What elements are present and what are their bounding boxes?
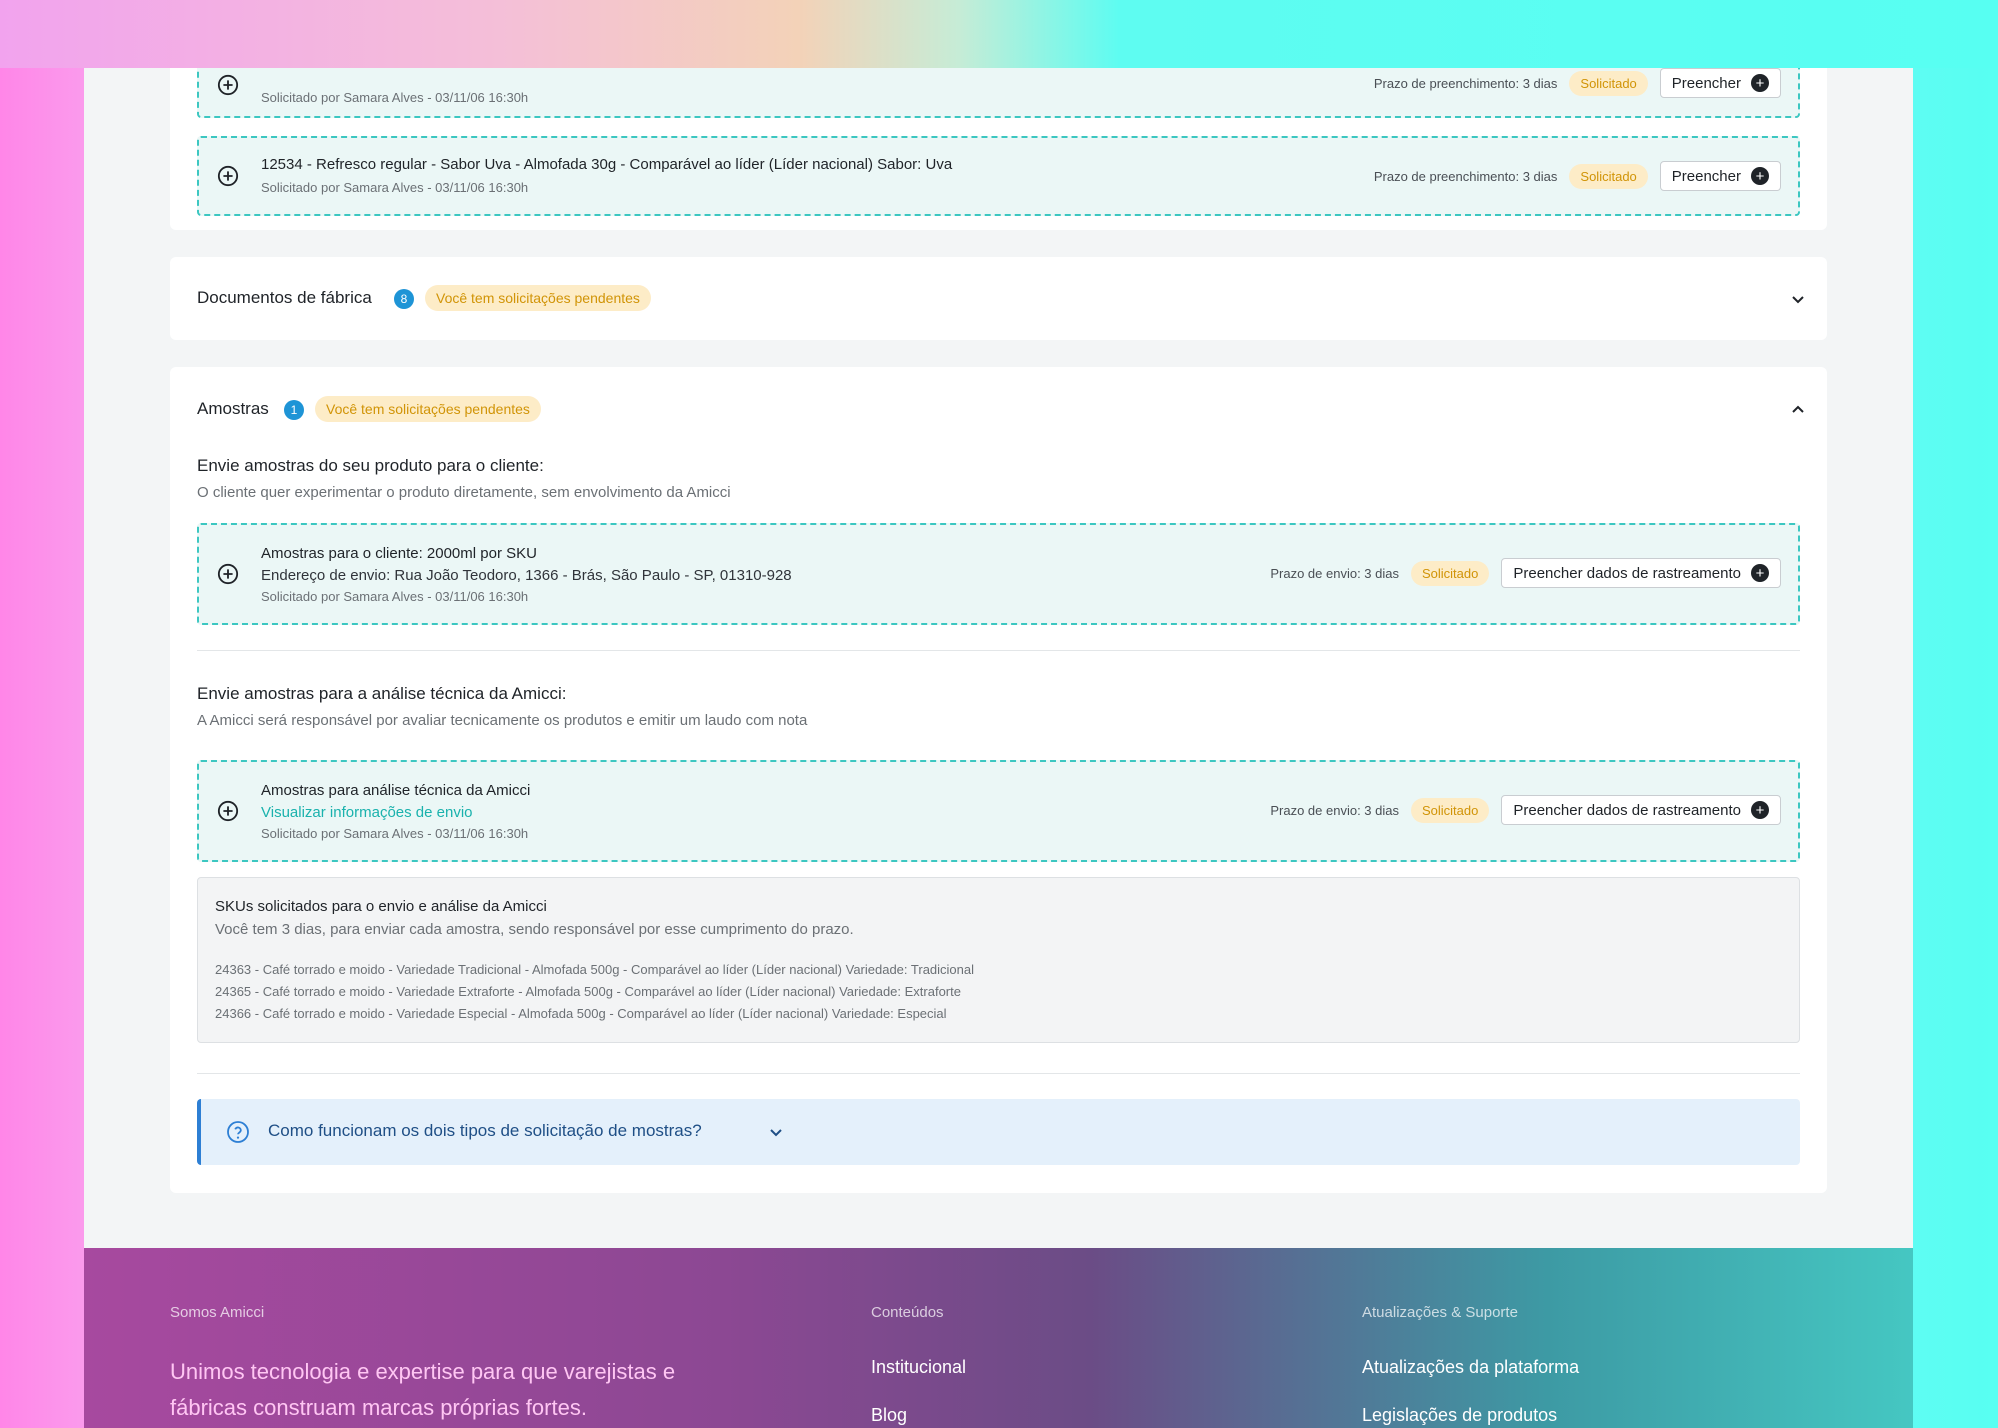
sku-list-item: 24363 - Café torrado e moido - Variedade… bbox=[215, 962, 975, 977]
faq-question: Como funcionam os dois tipos de solicita… bbox=[268, 1121, 702, 1140]
chevron-up-icon[interactable] bbox=[1790, 402, 1806, 418]
deadline-text: Prazo de preenchimento: 3 dias bbox=[1373, 168, 1558, 184]
technical-samples-description: A Amicci será responsável por avaliar te… bbox=[197, 712, 808, 729]
client-samples-title: Amostras para o cliente: 2000ml por SKU bbox=[261, 545, 537, 562]
factory-documents-section[interactable]: Documentos de fábrica 8 Você tem solicit… bbox=[170, 257, 1827, 340]
technical-samples-item[interactable]: Amostras para análise técnica da Amicci … bbox=[197, 760, 1800, 862]
count-badge: 8 bbox=[394, 289, 414, 309]
fill-button[interactable]: Preencher + bbox=[1659, 161, 1781, 191]
request-item-requester: Solicitado por Samara Alves - 03/11/06 1… bbox=[261, 589, 529, 604]
view-shipping-info-link[interactable]: Visualizar informações de envio bbox=[261, 804, 473, 821]
client-samples-description: O cliente quer experimentar o produto di… bbox=[197, 484, 731, 501]
skus-title: SKUs solicitados para o envio e análise … bbox=[215, 898, 547, 915]
footer-link-institucional[interactable]: Institucional bbox=[871, 1357, 966, 1378]
technical-samples-title: Amostras para análise técnica da Amicci bbox=[261, 782, 531, 799]
sku-list-item: 24366 - Café torrado e moido - Variedade… bbox=[215, 1006, 947, 1021]
fill-button-label: Preencher bbox=[1671, 167, 1741, 185]
samples-section: Amostras 1 Você tem solicitações pendent… bbox=[170, 367, 1827, 1193]
footer: Somos Amicci Unimos tecnologia e experti… bbox=[84, 1248, 1913, 1428]
status-badge: Solicitado bbox=[1569, 163, 1648, 189]
technical-samples-heading: Envie amostras para a análise técnica da… bbox=[197, 684, 567, 703]
client-samples-item[interactable]: Amostras para o cliente: 2000ml por SKU … bbox=[197, 523, 1800, 625]
pending-badge: Você tem solicitações pendentes bbox=[425, 285, 651, 311]
request-item-requester: Solicitado por Samara Alves - 03/11/06 1… bbox=[261, 180, 529, 195]
sku-list-item: 24365 - Café torrado e moido - Variedade… bbox=[215, 984, 961, 999]
section-title: Documentos de fábrica bbox=[197, 288, 372, 307]
help-circle-icon bbox=[227, 1121, 249, 1143]
footer-link-platform-updates[interactable]: Atualizações da plataforma bbox=[1362, 1357, 1579, 1378]
fill-tracking-button-label: Preencher dados de rastreamento bbox=[1513, 564, 1741, 582]
chevron-down-icon[interactable] bbox=[768, 1124, 784, 1140]
divider bbox=[197, 1073, 1800, 1074]
deadline-text: Prazo de preenchimento: 3 dias bbox=[1373, 75, 1558, 91]
status-badge: Solicitado bbox=[1410, 560, 1490, 586]
footer-heading: Somos Amicci bbox=[170, 1304, 265, 1321]
divider bbox=[197, 650, 1800, 651]
plus-circle-icon[interactable] bbox=[217, 165, 239, 187]
fill-button-label: Preencher bbox=[1671, 74, 1741, 92]
footer-link-blog[interactable]: Blog bbox=[871, 1405, 907, 1426]
section-title: Amostras bbox=[197, 399, 269, 418]
footer-heading: Atualizações & Suporte bbox=[1362, 1304, 1518, 1321]
plus-circle-icon[interactable] bbox=[217, 563, 239, 585]
request-item-2[interactable]: 12534 - Refresco regular - Sabor Uva - A… bbox=[197, 136, 1800, 216]
footer-heading: Conteúdos bbox=[871, 1304, 944, 1321]
chevron-down-icon[interactable] bbox=[1790, 291, 1806, 307]
skus-description: Você tem 3 dias, para enviar cada amostr… bbox=[215, 921, 854, 938]
main-page: Solicitado por Samara Alves - 03/11/06 1… bbox=[84, 68, 1913, 1248]
fill-tracking-button-label: Preencher dados de rastreamento bbox=[1513, 801, 1741, 819]
request-item-title: 12534 - Refresco regular - Sabor Uva - A… bbox=[261, 156, 953, 173]
footer-link-product-legislation[interactable]: Legislações de produtos bbox=[1362, 1405, 1557, 1426]
deadline-text: Prazo de envio: 3 dias bbox=[1270, 565, 1399, 581]
top-gradient-band bbox=[0, 0, 1998, 68]
plus-filled-icon: + bbox=[1751, 564, 1769, 582]
footer-tagline: Unimos tecnologia e expertise para que v… bbox=[170, 1359, 676, 1420]
plus-circle-icon[interactable] bbox=[217, 74, 239, 96]
faq-accordion[interactable]: Como funcionam os dois tipos de solicita… bbox=[197, 1099, 1800, 1165]
request-item-1[interactable]: Solicitado por Samara Alves - 03/11/06 1… bbox=[197, 68, 1800, 118]
requested-skus-box: SKUs solicitados para o envio e análise … bbox=[197, 877, 1800, 1043]
status-badge: Solicitado bbox=[1569, 70, 1648, 96]
fill-tracking-button[interactable]: Preencher dados de rastreamento + bbox=[1501, 558, 1781, 588]
plus-circle-icon[interactable] bbox=[217, 800, 239, 822]
plus-filled-icon: + bbox=[1751, 801, 1769, 819]
request-item-requester: Solicitado por Samara Alves - 03/11/06 1… bbox=[261, 90, 529, 105]
fill-button[interactable]: Preencher + bbox=[1659, 68, 1781, 98]
requests-card: Solicitado por Samara Alves - 03/11/06 1… bbox=[170, 68, 1827, 230]
pending-badge: Você tem solicitações pendentes bbox=[315, 396, 541, 422]
count-badge: 1 bbox=[284, 400, 304, 420]
fill-tracking-button[interactable]: Preencher dados de rastreamento + bbox=[1501, 795, 1781, 825]
plus-filled-icon: + bbox=[1751, 74, 1769, 92]
request-item-requester: Solicitado por Samara Alves - 03/11/06 1… bbox=[261, 826, 529, 841]
shipping-address: Endereço de envio: Rua João Teodoro, 136… bbox=[261, 567, 792, 584]
status-badge: Solicitado bbox=[1410, 797, 1490, 823]
client-samples-heading: Envie amostras do seu produto para o cli… bbox=[197, 456, 544, 475]
deadline-text: Prazo de envio: 3 dias bbox=[1270, 802, 1399, 818]
plus-filled-icon: + bbox=[1751, 167, 1769, 185]
